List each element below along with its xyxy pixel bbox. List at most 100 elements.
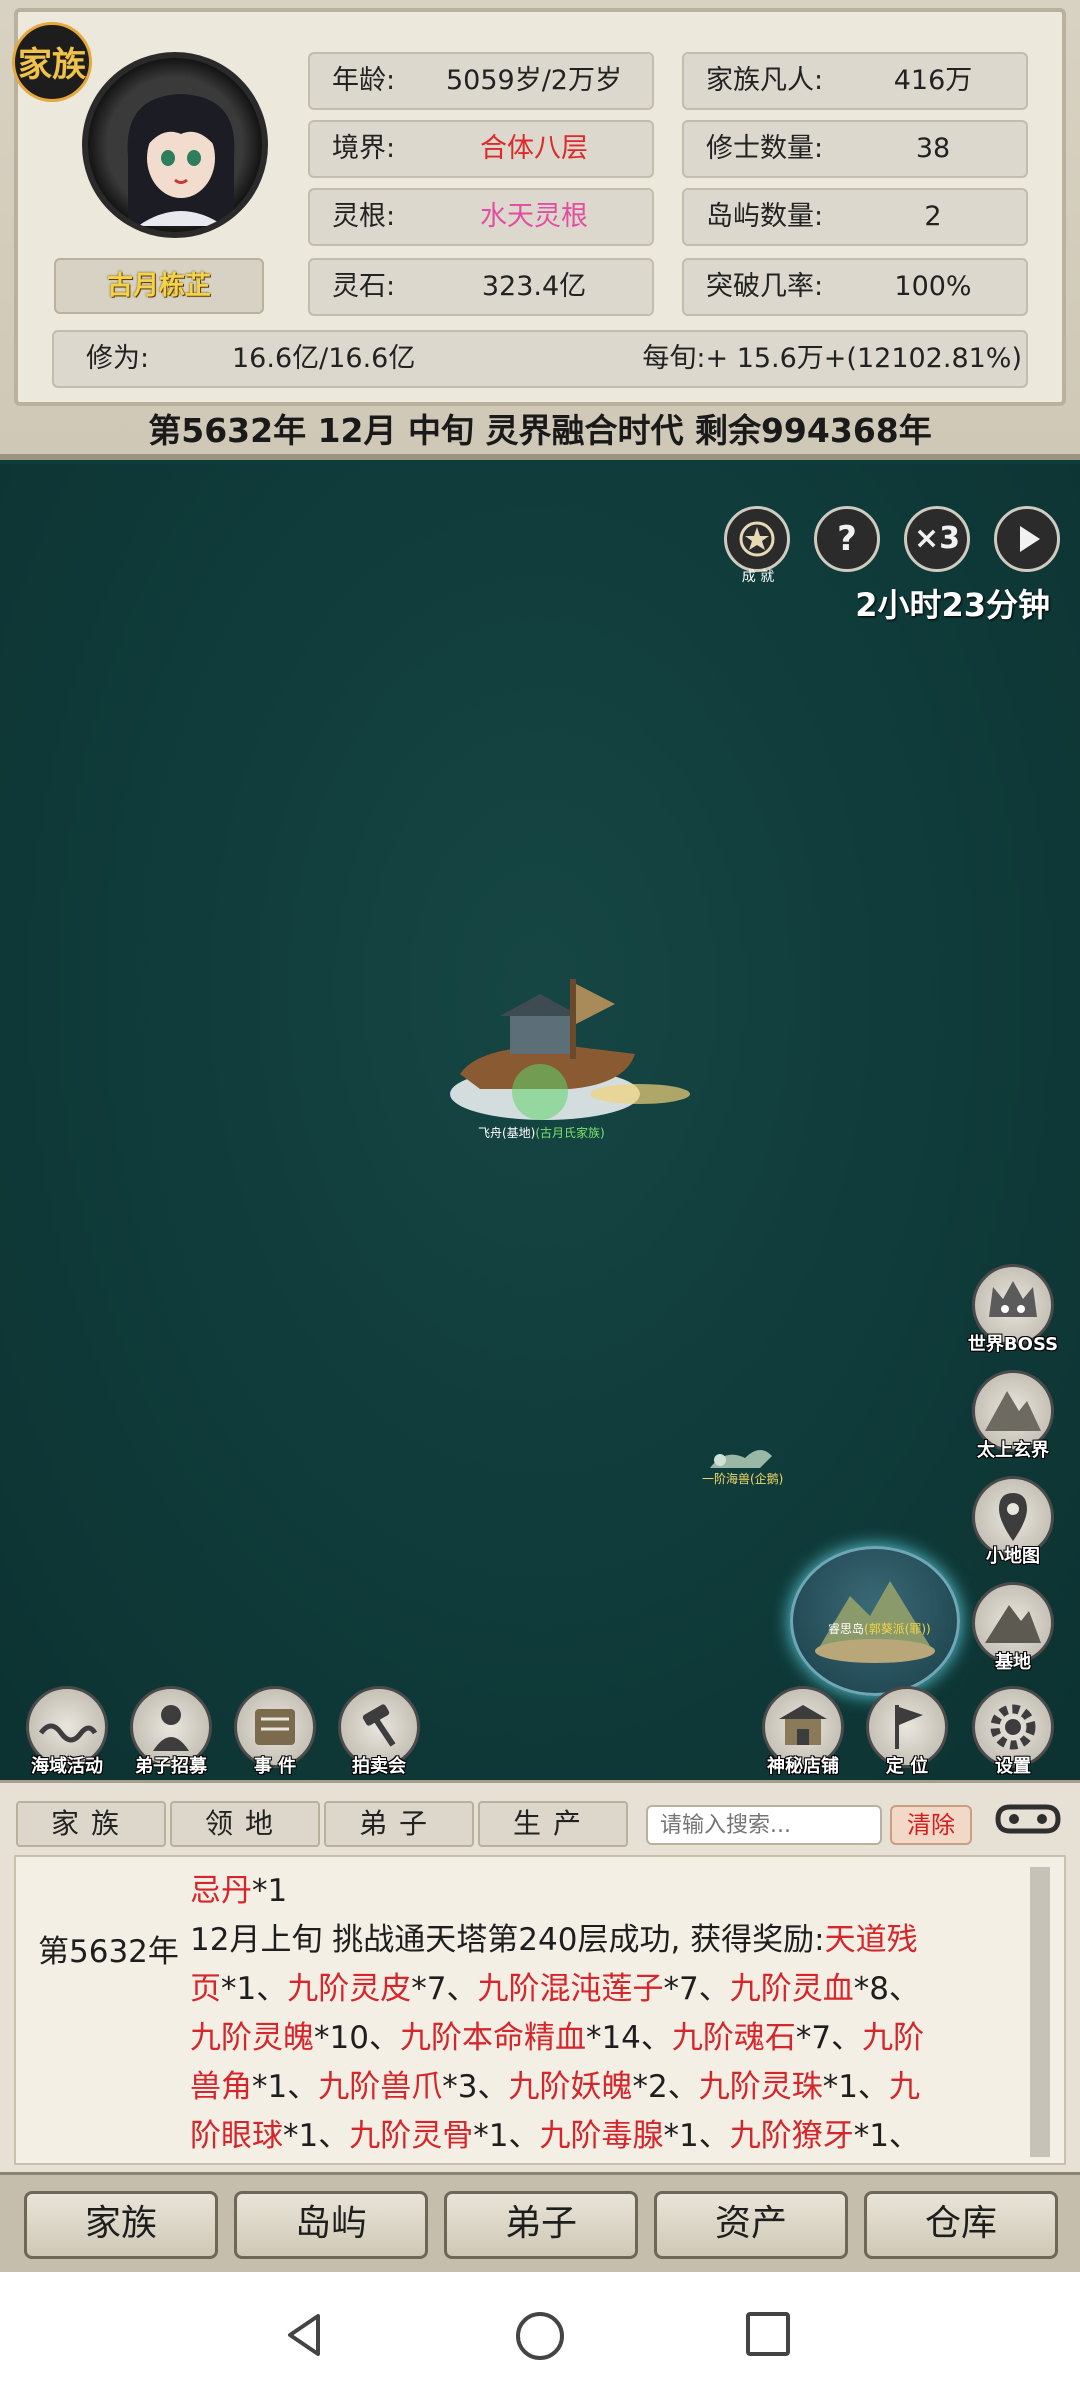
log-entry-date: 第5632年: [38, 1934, 179, 1970]
achievement-button[interactable]: [724, 506, 790, 572]
log-item: 九阶灵皮: [287, 1971, 412, 2007]
nav-disciples-button[interactable]: 弟子: [444, 2191, 638, 2259]
character-name[interactable]: 古月栋芷: [54, 258, 264, 314]
flying-ship-icon[interactable]: [440, 974, 690, 1134]
log-item: 九阶灵珠: [698, 2069, 823, 2105]
avatar-portrait-icon: [127, 94, 235, 226]
scroll-ornament-icon[interactable]: [990, 1799, 1066, 1839]
log-tab-clan[interactable]: 家族: [16, 1801, 166, 1847]
auction-label: 拍卖会: [352, 1756, 406, 1777]
speed-button[interactable]: ×3: [904, 506, 970, 572]
log-text: *7、: [411, 1971, 478, 2007]
home-icon[interactable]: [514, 2310, 566, 2362]
stat-spirit-stone-value: 323.4亿: [481, 271, 587, 302]
stat-clan-mortals-label: 家族凡人:: [706, 65, 824, 96]
log-item: 九阶混沌莲子: [477, 1971, 664, 2007]
log-item: 九阶灵骨: [349, 2118, 474, 2154]
stat-spirit-stone-label: 灵石:: [332, 271, 396, 302]
log-body[interactable]: 第5632年 忌丹*1 12月上旬 挑战通天塔第240层成功, 获得奖励:天道残…: [14, 1855, 1066, 2165]
stat-islands: 岛屿数量: 2: [682, 188, 1028, 246]
help-button[interactable]: ?: [814, 506, 880, 572]
log-item: 天道残: [824, 1922, 918, 1958]
log-item: 九阶魂石: [671, 2020, 796, 2056]
log-text: *14、: [585, 2020, 672, 2056]
log-text: *1、: [252, 2069, 319, 2105]
stat-cultivators-value: 38: [915, 133, 951, 164]
nav-islands-button[interactable]: 岛屿: [234, 2191, 428, 2259]
log-panel: 家族 领地 弟子 生产 清除 第5632年 忌丹*1 12月上旬 挑战通天塔第2…: [0, 1780, 1080, 2172]
avatar[interactable]: [82, 52, 268, 238]
log-tab-production[interactable]: 生产: [478, 1801, 628, 1847]
log-tab-disciples[interactable]: 弟子: [324, 1801, 474, 1847]
log-text: *7、: [663, 1971, 730, 2007]
countdown-timer: 2小时23分钟: [855, 586, 1050, 624]
cultivation-label: 修为:: [86, 343, 150, 374]
nav-warehouse-button[interactable]: 仓库: [864, 2191, 1058, 2259]
system-nav-bar: [0, 2272, 1080, 2388]
achievement-label: 成 就: [741, 569, 775, 585]
log-text: *1、: [283, 2118, 350, 2154]
log-item: 页: [190, 1971, 221, 2007]
log-text: *1、: [473, 2118, 540, 2154]
clan-badge[interactable]: 家族: [12, 22, 92, 102]
events-label: 事 件: [253, 1756, 297, 1777]
locate-label: 定 位: [885, 1756, 929, 1777]
log-text: *7、: [795, 2020, 863, 2056]
stat-cultivators-label: 修士数量:: [706, 133, 824, 164]
bottom-nav: 家族 岛屿 弟子 资产 仓库: [0, 2172, 1080, 2272]
log-item: 九阶: [862, 2020, 925, 2056]
achievement-icon: [739, 521, 775, 557]
island-label-name: 睿思岛: [828, 1622, 865, 1636]
log-text: *1、: [853, 2118, 920, 2154]
log-search-input[interactable]: [646, 1805, 882, 1845]
recents-icon[interactable]: [744, 2310, 792, 2358]
nav-clan-button[interactable]: 家族: [24, 2191, 218, 2259]
mystery-shop-label: 神秘店铺: [767, 1756, 839, 1777]
stat-realm-label: 境界:: [332, 133, 396, 164]
log-text: *1、: [822, 2069, 889, 2105]
header-panel: 家族 古月栋芷 年龄: 5059岁/2万岁 境界: 合体八层 灵根: 水天灵根 …: [0, 0, 1080, 460]
play-button[interactable]: [994, 506, 1060, 572]
ship-label: 飞舟(基地)(古月氏家族): [478, 1124, 605, 1141]
log-item: 九阶本命精血: [399, 2020, 586, 2056]
stat-realm-value: 合体八层: [480, 133, 588, 164]
log-scrollbar[interactable]: [1030, 1867, 1050, 2157]
stat-age-label: 年龄:: [332, 65, 396, 96]
stat-age: 年龄: 5059岁/2万岁: [308, 52, 654, 110]
log-item: 忌丹: [190, 1873, 252, 1909]
log-item: 兽角: [190, 2069, 252, 2105]
log-item: 九阶妖魄: [508, 2069, 633, 2105]
log-text: *8、: [853, 1971, 920, 2007]
log-text: 12月上旬 挑战通天塔第240层成功, 获得奖励:: [190, 1922, 825, 1958]
log-text: *1: [252, 1873, 288, 1909]
base-label: 基地: [995, 1652, 1031, 1673]
cultivation-value: 16.6亿/16.6亿: [232, 343, 416, 374]
log-text: *1、: [663, 2118, 730, 2154]
stat-realm: 境界: 合体八层: [308, 120, 654, 178]
stat-spirit-root: 灵根: 水天灵根: [308, 188, 654, 246]
clear-button[interactable]: 清除: [890, 1805, 972, 1845]
supreme-realm-label: 太上玄界: [977, 1440, 1049, 1461]
log-item: 九阶灵血: [729, 1971, 854, 2007]
stat-clan-mortals: 家族凡人: 416万: [682, 52, 1028, 110]
nav-assets-button[interactable]: 资产: [654, 2191, 848, 2259]
log-text: *3、: [442, 2069, 509, 2105]
island-label: 睿思岛(郭葵派(罪)): [828, 1620, 931, 1637]
game-date: 第5632年 12月 中旬 灵界融合时代 剩余994368年: [148, 411, 932, 450]
stat-clan-mortals-value: 416万: [893, 65, 973, 96]
stat-age-value: 5059岁/2万岁: [446, 65, 622, 96]
stat-spirit-root-label: 灵根:: [332, 201, 396, 232]
stat-breakthrough: 突破几率: 100%: [682, 258, 1028, 316]
stat-breakthrough-label: 突破几率:: [706, 271, 824, 302]
log-item: 阶眼球: [190, 2118, 283, 2154]
log-item: 九阶灵魄: [190, 2020, 314, 2056]
stat-spirit-stone: 灵石: 323.4亿: [308, 258, 654, 316]
log-text: *2、: [632, 2069, 699, 2105]
ship-label-owner: (古月氏家族): [535, 1126, 605, 1140]
sea-map[interactable]: 成 就 ? ×3 2小时23分钟 飞舟(基地)(古月氏家族) 一阶海兽(企鹅) …: [0, 464, 1080, 1780]
log-tab-territory[interactable]: 领地: [170, 1801, 320, 1847]
stat-islands-value: 2: [924, 201, 942, 232]
log-text: *1、: [221, 1971, 288, 2007]
back-icon[interactable]: [280, 2310, 330, 2360]
log-item: 九阶獠牙: [729, 2118, 854, 2154]
